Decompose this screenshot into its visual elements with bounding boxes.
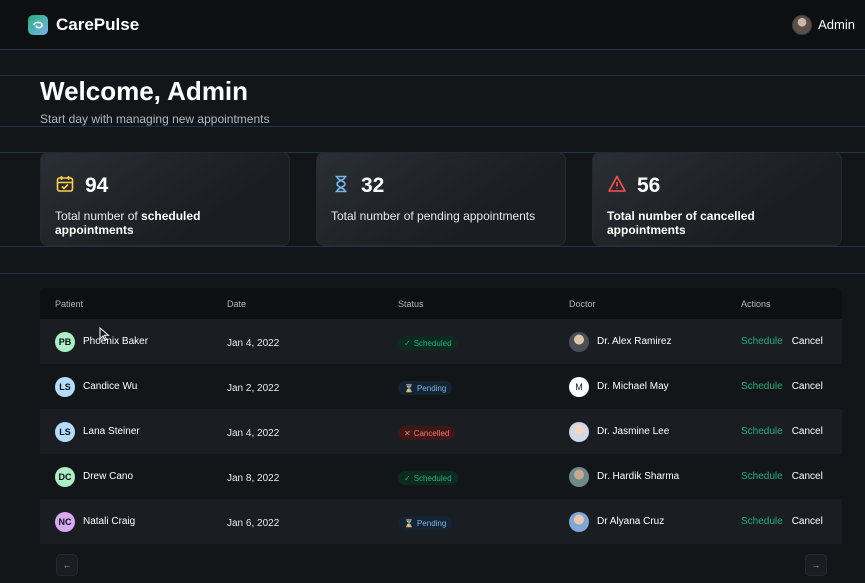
patient-avatar: NC	[55, 511, 75, 532]
column-header-patient: Patient	[55, 298, 84, 309]
appointment-date: Jan 2, 2022	[227, 382, 280, 394]
brand-name: CarePulse	[56, 14, 140, 34]
schedule-button[interactable]: Schedule	[741, 471, 783, 482]
cancel-button[interactable]: Cancel	[792, 381, 823, 392]
column-header-actions: Actions	[741, 298, 771, 309]
user-name: Admin	[818, 17, 855, 32]
hourglass-icon: ⌛	[404, 518, 414, 528]
schedule-button[interactable]: Schedule	[741, 336, 783, 347]
cancel-button[interactable]: Cancel	[792, 516, 823, 527]
warning-icon	[607, 174, 627, 199]
stat-label: Total number of cancelled appointments	[607, 209, 755, 237]
doctor-avatar: M	[569, 376, 589, 397]
avatar	[792, 14, 813, 35]
divider	[0, 49, 865, 50]
patient-name: Drew Cano	[83, 471, 134, 482]
check-icon: ✓	[404, 338, 411, 348]
divider	[0, 126, 865, 127]
appointments-table: Patient Date Status Doctor Actions PB Ph…	[40, 288, 842, 546]
table-row: LS Candice Wu Jan 2, 2022 ⌛ Pending M Dr.…	[40, 364, 842, 409]
patient-avatar: PB	[55, 331, 75, 352]
hourglass-icon: ⌛	[404, 383, 414, 393]
arrow-left-icon: ←	[62, 560, 72, 570]
stat-count: 32	[361, 174, 385, 197]
doctor-name: Dr. Hardik Sharma	[597, 471, 680, 482]
arrow-right-icon: →	[811, 560, 821, 570]
divider	[0, 246, 865, 247]
carepulse-logo-icon	[28, 14, 48, 35]
doctor-avatar	[569, 511, 589, 532]
page-subtitle: Start day with managing new appointments	[40, 112, 270, 126]
close-icon: ✕	[404, 428, 411, 438]
table-row: DC Drew Cano Jan 8, 2022 ✓ Scheduled Dr. …	[40, 454, 842, 499]
patient-avatar: LS	[55, 421, 75, 442]
appointment-date: Jan 4, 2022	[227, 427, 280, 439]
stat-count: 56	[637, 174, 661, 197]
stat-card-cancelled: 56 Total number of cancelled appointment…	[592, 152, 842, 246]
top-header: CarePulse Admin	[0, 0, 865, 49]
status-badge: ⌛ Pending	[398, 516, 453, 530]
calendar-icon	[55, 174, 75, 199]
schedule-button[interactable]: Schedule	[741, 426, 783, 437]
cancel-button[interactable]: Cancel	[792, 471, 823, 482]
status-badge: ✓ Scheduled	[398, 471, 458, 485]
patient-avatar: DC	[55, 466, 75, 487]
column-header-doctor: Doctor	[569, 298, 596, 309]
column-header-date: Date	[227, 298, 247, 309]
patient-name: Candice Wu	[83, 381, 138, 392]
stat-card-pending: 32 Total number of pending appointments	[316, 152, 566, 246]
status-badge: ⌛ Pending	[398, 381, 453, 395]
previous-page-button[interactable]: ←	[56, 554, 78, 576]
next-page-button[interactable]: →	[805, 554, 827, 576]
doctor-name: Dr Alyana Cruz	[597, 516, 665, 527]
doctor-name: Dr. Alex Ramirez	[597, 336, 672, 347]
patient-name: Phoenix Baker	[83, 336, 149, 347]
patient-avatar: LS	[55, 376, 75, 397]
doctor-avatar	[569, 466, 589, 487]
table-row: NC Natali Craig Jan 6, 2022 ⌛ Pending Dr …	[40, 499, 842, 544]
column-header-status: Status	[398, 298, 424, 309]
appointment-date: Jan 6, 2022	[227, 517, 280, 529]
patient-name: Natali Craig	[83, 516, 136, 527]
table-row: LS Lana Steiner Jan 4, 2022 ✕ Cancelled D…	[40, 409, 842, 454]
divider	[0, 273, 865, 274]
cancel-button[interactable]: Cancel	[792, 336, 823, 347]
stat-card-scheduled: 94 Total number of scheduled appointment…	[40, 152, 290, 246]
table-row: PB Phoenix Baker Jan 4, 2022 ✓ Scheduled …	[40, 319, 842, 364]
doctor-name: Dr. Jasmine Lee	[597, 426, 670, 437]
doctor-name: Dr. Michael May	[597, 381, 669, 392]
doctor-avatar	[569, 331, 589, 352]
appointment-date: Jan 4, 2022	[227, 337, 280, 349]
stat-label: Total number of pending appointments	[331, 209, 536, 223]
status-badge: ✓ Scheduled	[398, 336, 458, 350]
page-title: Welcome, Admin	[40, 76, 249, 106]
hourglass-icon	[331, 174, 351, 199]
status-badge: ✕ Cancelled	[398, 426, 456, 440]
cancel-button[interactable]: Cancel	[792, 426, 823, 437]
brand[interactable]: CarePulse	[28, 14, 140, 35]
schedule-button[interactable]: Schedule	[741, 516, 783, 527]
stat-label: Total number of scheduled appointments	[55, 209, 201, 237]
mouse-cursor-icon	[99, 326, 110, 346]
user-menu[interactable]: Admin	[792, 14, 855, 35]
table-header: Patient Date Status Doctor Actions	[40, 288, 842, 319]
check-icon: ✓	[404, 473, 411, 483]
doctor-avatar	[569, 421, 589, 442]
patient-name: Lana Steiner	[83, 426, 140, 437]
schedule-button[interactable]: Schedule	[741, 381, 783, 392]
appointment-date: Jan 8, 2022	[227, 472, 280, 484]
stat-count: 94	[85, 174, 109, 197]
